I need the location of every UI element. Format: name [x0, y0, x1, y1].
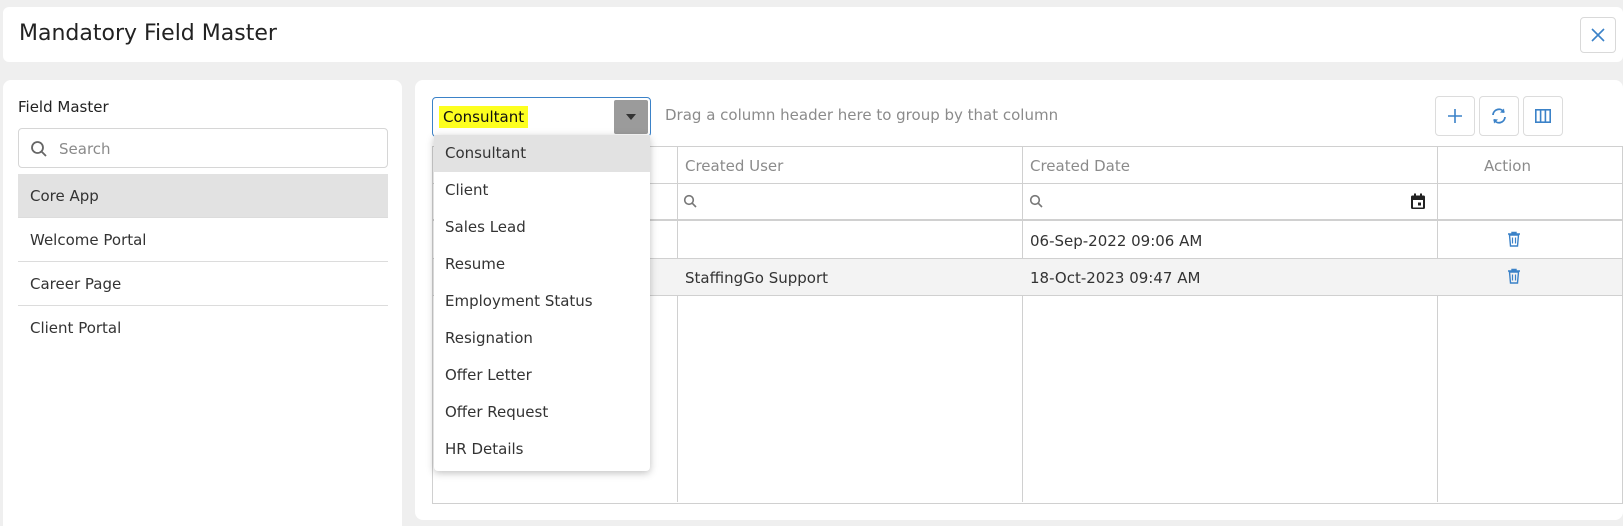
dropdown-option-consultant[interactable]: Consultant: [434, 135, 650, 172]
module-dropdown-list: Consultant Client Sales Lead Resume Empl…: [434, 135, 650, 471]
field-item-welcome-portal[interactable]: Welcome Portal: [18, 218, 388, 262]
filter-search-icon: [1029, 194, 1043, 208]
dropdown-option-resume[interactable]: Resume: [434, 246, 650, 283]
dropdown-option-hr-details[interactable]: HR Details: [434, 431, 650, 468]
dropdown-option-offer-request[interactable]: Offer Request: [434, 394, 650, 431]
filter-search-icon: [683, 194, 697, 208]
group-panel-hint: Drag a column header here to group by th…: [665, 106, 1059, 124]
search-icon: [31, 141, 47, 157]
cell-created-date: 18-Oct-2023 09:47 AM: [1030, 269, 1201, 287]
refresh-button[interactable]: [1479, 96, 1519, 136]
page-title: Mandatory Field Master: [19, 21, 277, 46]
refresh-icon: [1492, 108, 1506, 124]
delete-icon[interactable]: [1507, 268, 1521, 284]
caret-down-icon: [626, 114, 636, 120]
column-header-created-date[interactable]: Created Date: [1030, 157, 1130, 175]
add-button[interactable]: [1435, 96, 1475, 136]
column-chooser-icon: [1535, 109, 1551, 123]
search-input[interactable]: [59, 137, 379, 161]
column-header-action: Action: [1484, 157, 1531, 175]
field-master-title: Field Master: [18, 98, 109, 116]
column-header-created-user[interactable]: Created User: [685, 157, 783, 175]
search-box: [18, 128, 388, 168]
dropdown-toggle-button[interactable]: [614, 100, 648, 134]
cell-created-user: StaffingGo Support: [685, 269, 828, 287]
dropdown-option-offer-letter[interactable]: Offer Letter: [434, 357, 650, 394]
dropdown-option-sales-lead[interactable]: Sales Lead: [434, 209, 650, 246]
page-header: Mandatory Field Master: [3, 7, 1623, 62]
dropdown-option-employment-status[interactable]: Employment Status: [434, 283, 650, 320]
field-list: Core App Welcome Portal Career Page Clie…: [18, 174, 388, 350]
dropdown-option-client[interactable]: Client: [434, 172, 650, 209]
add-icon: [1448, 109, 1462, 123]
field-item-core-app[interactable]: Core App: [18, 174, 388, 218]
cell-created-date: 06-Sep-2022 09:06 AM: [1030, 232, 1203, 250]
module-select[interactable]: Consultant: [432, 97, 651, 137]
dropdown-option-resignation[interactable]: Resignation: [434, 320, 650, 357]
module-select-value: Consultant: [439, 106, 529, 128]
close-button[interactable]: [1580, 17, 1616, 53]
field-item-client-portal[interactable]: Client Portal: [18, 306, 388, 350]
close-icon: [1591, 28, 1605, 42]
field-master-panel: Field Master Core App Welcome Portal Car…: [3, 80, 402, 526]
delete-icon[interactable]: [1507, 231, 1521, 247]
field-item-career-page[interactable]: Career Page: [18, 262, 388, 306]
column-chooser-button[interactable]: [1523, 96, 1563, 136]
calendar-icon[interactable]: [1410, 193, 1426, 210]
